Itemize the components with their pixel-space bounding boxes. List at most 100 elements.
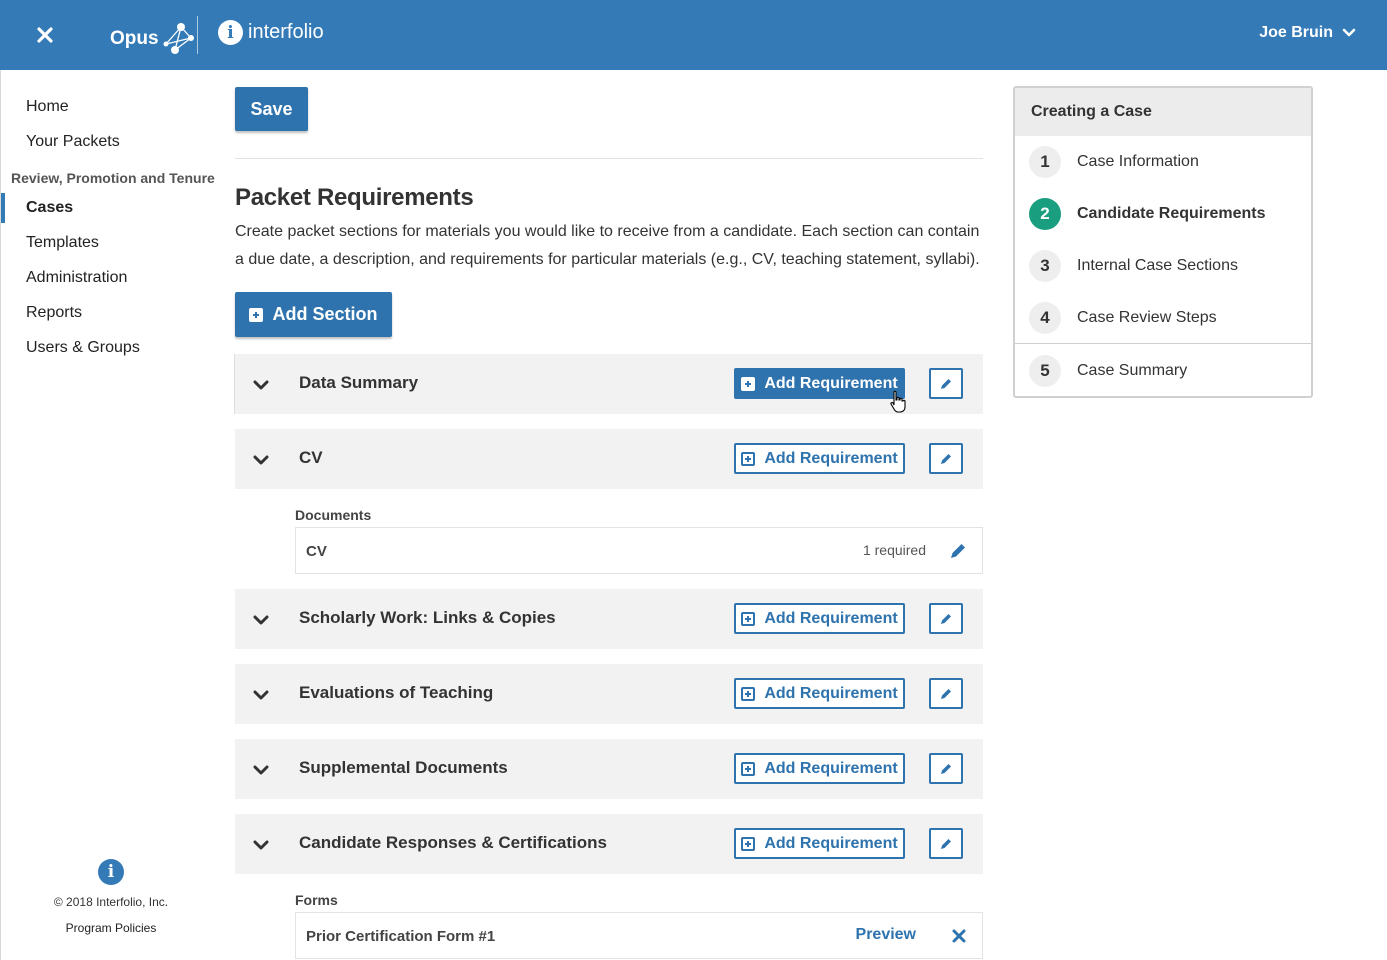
close-icon[interactable] [30, 20, 60, 50]
top-bar: Opus i interfolio Joe Bruin [0, 0, 1387, 70]
add-requirement-button[interactable]: Add Requirement [734, 443, 905, 474]
section-supplemental-documents: Supplemental Documents Add Requirement [235, 739, 983, 799]
pencil-icon [941, 378, 951, 389]
add-requirement-button[interactable]: Add Requirement [734, 678, 905, 709]
plus-square-icon [741, 836, 756, 851]
interfolio-footer-icon: i [98, 859, 124, 885]
pencil-icon[interactable] [948, 541, 968, 561]
step-number: 3 [1029, 250, 1061, 282]
sidebar-active-indicator [1, 193, 5, 223]
step-label: Candidate Requirements [1077, 205, 1266, 222]
opus-logo: Opus [110, 22, 197, 56]
add-section-label: Add Section [272, 304, 378, 324]
opus-logo-text: Opus [110, 28, 159, 49]
edit-section-button[interactable] [929, 828, 963, 859]
chevron-down-icon[interactable] [252, 611, 270, 629]
section-title: Data Summary [299, 373, 419, 392]
section-title: Scholarly Work: Links & Copies [299, 608, 556, 627]
add-requirement-label: Add Requirement [764, 374, 898, 392]
edit-section-button[interactable] [929, 603, 963, 634]
forms-label: Forms [295, 892, 338, 908]
add-requirement-label: Add Requirement [764, 684, 898, 702]
chevron-down-icon[interactable] [252, 376, 270, 394]
divider [235, 158, 983, 159]
step-number: 1 [1029, 146, 1061, 178]
sidebar-item-your-packets[interactable]: Your Packets [26, 133, 120, 151]
sidebar-item-reports[interactable]: Reports [26, 304, 82, 322]
pencil-icon [941, 453, 951, 464]
step-label: Case Summary [1077, 362, 1188, 379]
add-requirement-label: Add Requirement [764, 759, 898, 777]
plus-square-icon [741, 611, 756, 626]
sidebar-item-users-groups[interactable]: Users & Groups [26, 339, 140, 357]
chevron-down-icon[interactable] [252, 761, 270, 779]
edit-section-button[interactable] [929, 368, 963, 399]
sidebar: Home Your Packets Review, Promotion and … [0, 70, 220, 960]
add-requirement-button[interactable]: Add Requirement [734, 828, 905, 859]
edit-section-button[interactable] [929, 443, 963, 474]
step-case-review-steps[interactable]: 4 Case Review Steps [1029, 302, 1217, 334]
step-number: 5 [1029, 355, 1061, 387]
edit-section-button[interactable] [929, 678, 963, 709]
remove-icon[interactable] [950, 927, 968, 945]
document-requirement: 1 required [862, 542, 926, 558]
opus-network-icon [163, 23, 194, 54]
steps-divider [1015, 343, 1311, 344]
step-case-information[interactable]: 1 Case Information [1029, 146, 1199, 178]
plus-square-icon [741, 451, 756, 466]
program-policies-link[interactable]: Program Policies [1, 921, 221, 935]
sidebar-item-cases[interactable]: Cases [26, 199, 73, 217]
creating-case-steps-panel: Creating a Case 1 Case Information 2 Can… [1013, 86, 1313, 398]
sidebar-footer: i © 2018 Interfolio, Inc. Program Polici… [1, 859, 221, 935]
chevron-down-icon[interactable] [252, 686, 270, 704]
interfolio-logo-text: interfolio [248, 21, 324, 43]
add-requirement-button[interactable]: Add Requirement [734, 753, 905, 784]
step-label: Internal Case Sections [1077, 257, 1238, 274]
plus-square-icon [249, 307, 264, 322]
section-title: Supplemental Documents [299, 758, 508, 777]
step-label: Case Information [1077, 153, 1199, 170]
step-number: 4 [1029, 302, 1061, 334]
chevron-down-icon[interactable] [252, 836, 270, 854]
edit-section-button[interactable] [929, 753, 963, 784]
form-name: Prior Certification Form #1 [306, 928, 496, 945]
step-internal-case-sections[interactable]: 3 Internal Case Sections [1029, 250, 1238, 282]
documents-label: Documents [295, 507, 372, 523]
main-content: Save Packet Requirements Create packet s… [220, 70, 1000, 960]
user-name: Joe Bruin [1259, 24, 1333, 41]
form-row: Prior Certification Form #1 Preview [295, 912, 983, 959]
copyright-text: © 2018 Interfolio, Inc. [53, 895, 169, 909]
sidebar-item-administration[interactable]: Administration [26, 269, 127, 287]
section-data-summary: Data Summary Add Requirement [234, 354, 983, 414]
add-requirement-label: Add Requirement [764, 449, 898, 467]
sidebar-section-label: Review, Promotion and Tenure [11, 170, 215, 186]
step-case-summary[interactable]: 5 Case Summary [1029, 355, 1187, 387]
hand-cursor-icon [890, 390, 906, 413]
steps-panel-title: Creating a Case [1015, 88, 1311, 136]
section-evaluations-of-teaching: Evaluations of Teaching Add Requirement [235, 664, 983, 724]
plus-square-icon [741, 376, 756, 391]
step-number-active: 2 [1029, 198, 1061, 230]
preview-link[interactable]: Preview [856, 926, 916, 944]
save-button[interactable]: Save [235, 87, 308, 131]
chevron-down-icon [1342, 28, 1356, 37]
user-menu[interactable]: Joe Bruin [1259, 24, 1357, 42]
step-candidate-requirements[interactable]: 2 Candidate Requirements [1029, 198, 1265, 230]
chevron-down-icon[interactable] [252, 451, 270, 469]
page-description: Create packet sections for materials you… [235, 223, 980, 268]
document-row: CV 1 required [295, 527, 983, 574]
document-name: CV [306, 543, 327, 560]
section-cv: CV Add Requirement [235, 429, 983, 489]
add-requirement-button[interactable]: Add Requirement [734, 603, 905, 634]
sidebar-item-home[interactable]: Home [26, 98, 69, 116]
pencil-icon [941, 688, 951, 699]
section-title: CV [299, 448, 323, 467]
add-requirement-button[interactable]: Add Requirement [734, 368, 905, 399]
add-requirement-label: Add Requirement [764, 609, 898, 627]
add-section-button[interactable]: Add Section [235, 292, 392, 337]
section-title: Candidate Responses & Certifications [299, 833, 607, 852]
sidebar-item-templates[interactable]: Templates [26, 234, 99, 252]
interfolio-info-icon: i [218, 20, 243, 45]
plus-square-icon [741, 686, 756, 701]
page-title: Packet Requirements [235, 184, 474, 211]
